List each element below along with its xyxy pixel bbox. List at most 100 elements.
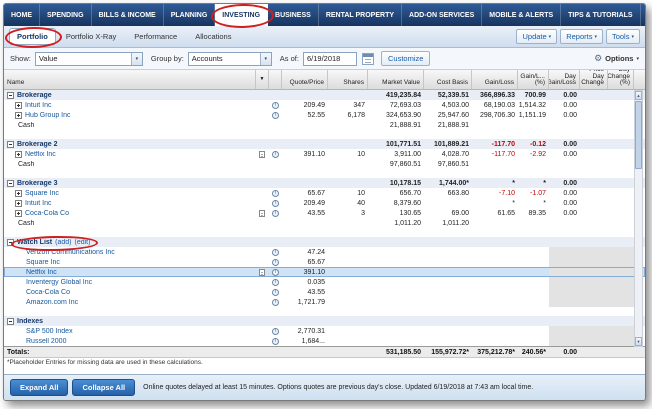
table-row-netflix-inc[interactable]: Netflix Inci391.10: [4, 267, 645, 277]
scrollbar-thumb[interactable]: [635, 101, 642, 169]
column-header-cb[interactable]: Cost Basis: [424, 70, 472, 89]
table-row-amazon-com-inc[interactable]: Amazon.com Inci1,721.79: [4, 297, 645, 307]
table-row-intuit-inc[interactable]: Intuit Inci209.4934772,693.034,503.0068,…: [4, 100, 645, 110]
as-of-date-input[interactable]: 6/19/2018: [303, 52, 357, 66]
table-row-cash[interactable]: Cash1,011.201,011.20: [4, 218, 645, 228]
scroll-down-icon[interactable]: ▼: [635, 337, 642, 346]
table-row-watch-list[interactable]: Watch List(add)(edit): [4, 237, 645, 247]
table-row-s-p-500-index[interactable]: S&P 500 Indexi2,770.31: [4, 326, 645, 336]
collapse-icon[interactable]: [7, 180, 14, 187]
cb-cell: 1,011.20: [424, 220, 472, 227]
group-label: Indexes: [17, 318, 43, 325]
table-row-hub-group-inc[interactable]: Hub Group Inci52.556,178324,653.9025,947…: [4, 110, 645, 120]
column-header-name[interactable]: Name: [4, 70, 256, 89]
reports-button[interactable]: Reports▾: [560, 29, 603, 44]
vertical-scrollbar[interactable]: ▲ ▼: [634, 90, 643, 347]
nav-tab-rental-property[interactable]: RENTAL PROPERTY: [319, 4, 402, 26]
nav-tab-spending[interactable]: SPENDING: [40, 4, 92, 26]
info-icon[interactable]: i: [272, 338, 279, 345]
table-row-cash[interactable]: Cash21,888.9121,888.91: [4, 120, 645, 130]
nav-tab-investing[interactable]: INVESTING: [215, 4, 268, 26]
column-header-info[interactable]: [269, 70, 282, 89]
nav-tab-tips-tutorials[interactable]: TIPS & TUTORIALS: [561, 4, 640, 26]
collapse-all-button[interactable]: Collapse All: [72, 379, 135, 396]
column-header-shares[interactable]: Shares: [328, 70, 368, 89]
name-cell: Inventergy Global Inc: [4, 279, 256, 286]
info-icon[interactable]: i: [272, 328, 279, 335]
expand-icon[interactable]: [15, 200, 22, 207]
collapse-icon[interactable]: [7, 318, 14, 325]
tab-portfolio-x-ray[interactable]: Portfolio X-Ray: [58, 28, 124, 45]
tab-performance[interactable]: Performance: [126, 28, 185, 45]
info-icon[interactable]: i: [272, 289, 279, 296]
column-header-icon[interactable]: ▼: [256, 70, 269, 89]
group-by-select[interactable]: Accounts ▾: [188, 52, 272, 66]
nav-tab-business[interactable]: BUSINESS: [268, 4, 319, 26]
table-row-intuit-inc[interactable]: Intuit Inci209.49408,379.60**0.00: [4, 198, 645, 208]
table-row-coca-cola-co[interactable]: Coca-Cola Coi43.55: [4, 287, 645, 297]
column-header-quote[interactable]: Quote/Price: [282, 70, 328, 89]
expand-icon[interactable]: [15, 190, 22, 197]
calendar-icon[interactable]: [362, 53, 374, 65]
nav-tab-home[interactable]: HOME: [4, 4, 40, 26]
glp-cell: -1.07: [518, 190, 549, 197]
scroll-up-icon[interactable]: ▲: [635, 91, 642, 100]
nav-tab-bills-income[interactable]: BILLS & INCOME: [92, 4, 164, 26]
table-row-brokerage-2[interactable]: Brokerage 2101,771.51101,889.21-117.70-0…: [4, 139, 645, 149]
watchlist-add-link[interactable]: (add): [55, 239, 71, 246]
column-header-mv[interactable]: Market Value: [368, 70, 424, 89]
security-name: Intuit Inc: [25, 102, 51, 109]
nav-tab-planning[interactable]: PLANNING: [164, 4, 216, 26]
expand-icon[interactable]: [15, 112, 22, 119]
info-icon[interactable]: i: [272, 151, 279, 158]
security-name: Square Inc: [26, 259, 60, 266]
info-icon[interactable]: i: [272, 190, 279, 197]
info-icon[interactable]: i: [272, 102, 279, 109]
nav-tab-add-on-services[interactable]: ADD-ON SERVICES: [402, 4, 482, 26]
column-header-gl[interactable]: Gain/Loss: [472, 70, 518, 89]
table-row-inventergy-global-inc[interactable]: Inventergy Global Inci0.035: [4, 277, 645, 287]
table-row-verizon-communications-inc[interactable]: Verizon Communications Inci47.24: [4, 247, 645, 257]
watchlist-edit-link[interactable]: (edit): [74, 239, 90, 246]
table-row-brokerage-3[interactable]: Brokerage 310,178.151,744.00***0.00: [4, 178, 645, 188]
tab-allocations[interactable]: Allocations: [187, 28, 239, 45]
table-row-indexes[interactable]: Indexes: [4, 316, 645, 326]
expand-all-button[interactable]: Expand All: [10, 379, 68, 396]
column-header-glp[interactable]: Gain/L... (%): [518, 70, 549, 89]
info-icon[interactable]: i: [272, 249, 279, 256]
options-button[interactable]: Options: [605, 54, 633, 63]
column-header-pdc[interactable]: Price Day Change: [580, 70, 608, 89]
info-icon[interactable]: i: [272, 299, 279, 306]
shares-cell: 10: [328, 151, 368, 158]
mv-cell: 97,860.51: [368, 161, 424, 168]
collapse-icon[interactable]: [7, 92, 14, 99]
info-icon[interactable]: i: [272, 259, 279, 266]
table-row-coca-cola-co[interactable]: Coca-Cola Coi43.553130.6569.0061.6589.35…: [4, 208, 645, 218]
column-header-day[interactable]: Day Gain/Loss: [549, 70, 580, 89]
tools-button[interactable]: Tools▾: [606, 29, 640, 44]
mv-cell: 3,911.00: [368, 151, 424, 158]
column-header-pdcp[interactable]: Price Day Change (%): [608, 70, 634, 89]
tab-portfolio[interactable]: Portfolio: [9, 28, 56, 45]
show-select[interactable]: Value ▾: [35, 52, 143, 66]
customize-button[interactable]: Customize: [381, 51, 430, 66]
table-row-netflix-inc[interactable]: Netflix Inci391.10103,911.004,028.70-117…: [4, 149, 645, 159]
info-icon[interactable]: i: [272, 269, 279, 276]
collapse-icon[interactable]: [7, 141, 14, 148]
info-icon[interactable]: i: [272, 112, 279, 119]
collapse-icon[interactable]: [7, 239, 14, 246]
table-row-square-inc[interactable]: Square Inci65.6710656.70663.80-7.10-1.07…: [4, 188, 645, 198]
nav-tab-mobile-alerts[interactable]: MOBILE & ALERTS: [482, 4, 561, 26]
info-cell: i: [269, 299, 282, 306]
expand-icon[interactable]: [15, 151, 22, 158]
update-button[interactable]: Update▾: [516, 29, 557, 44]
info-icon[interactable]: i: [272, 279, 279, 286]
info-icon[interactable]: i: [272, 210, 279, 217]
table-row-square-inc[interactable]: Square Inci65.67: [4, 257, 645, 267]
table-row-russell-2000[interactable]: Russell 2000i1,684...: [4, 336, 645, 346]
expand-icon[interactable]: [15, 102, 22, 109]
table-row-brokerage[interactable]: Brokerage419,235.8452,339.51366,896.3370…: [4, 90, 645, 100]
info-icon[interactable]: i: [272, 200, 279, 207]
expand-icon[interactable]: [15, 210, 22, 217]
table-row-cash[interactable]: Cash97,860.5197,860.51: [4, 159, 645, 169]
